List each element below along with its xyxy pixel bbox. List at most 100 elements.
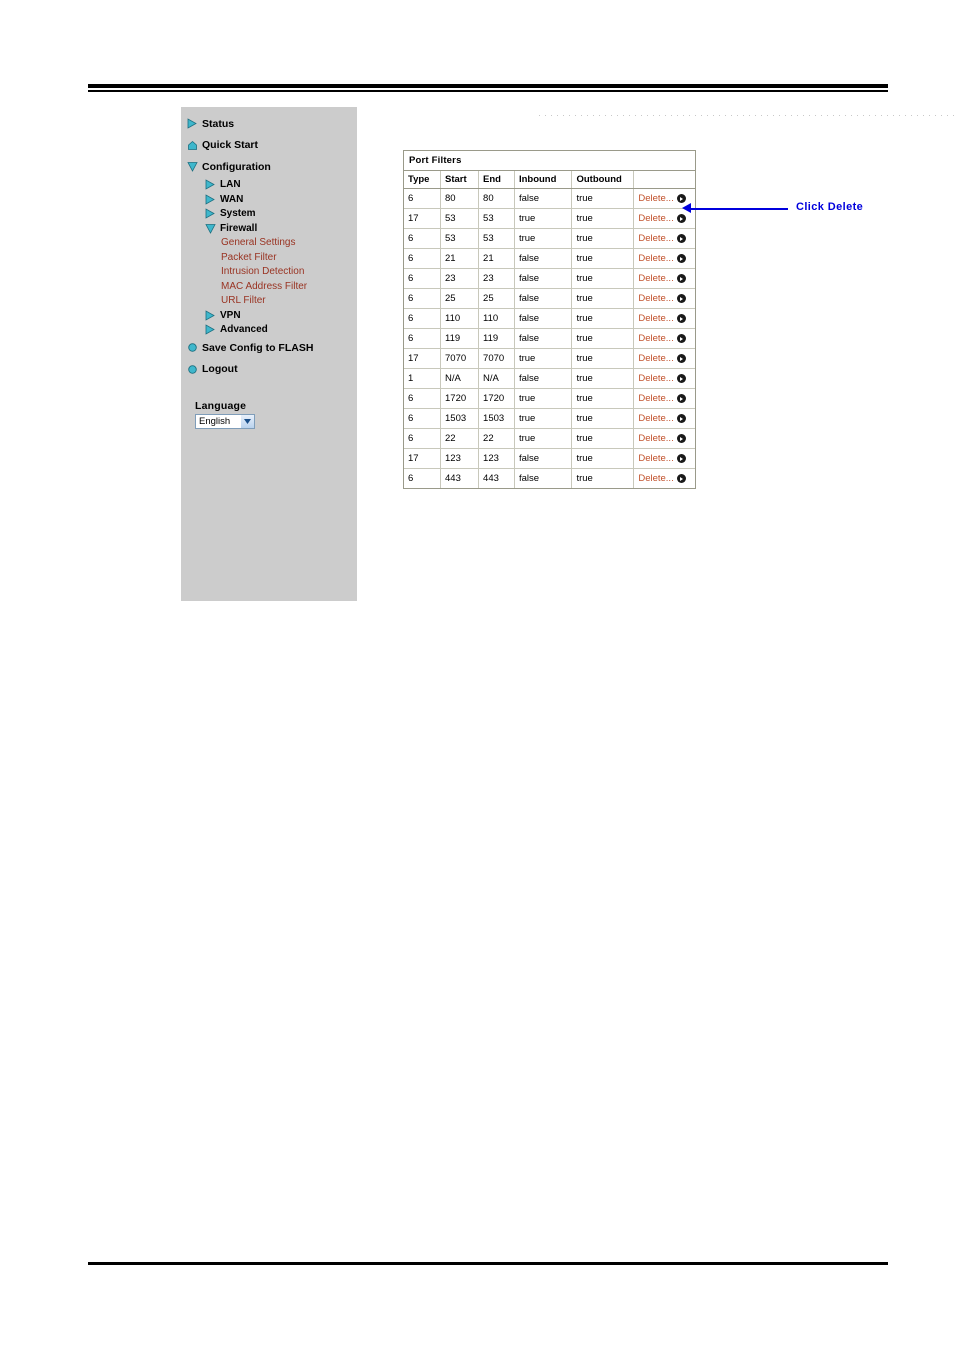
triangle-right-icon: [205, 324, 216, 335]
go-arrow-icon[interactable]: [676, 454, 686, 463]
cell-outbound: true: [571, 348, 635, 369]
sidebar-item-label: Save Config to FLASH: [202, 341, 314, 354]
sidebar-item-label: Quick Start: [202, 139, 259, 152]
footer-rule: [88, 1262, 888, 1265]
table-row: 6 23 23 false true Delete...: [404, 268, 695, 289]
sidebar-item-quick-start[interactable]: Quick Start: [187, 135, 357, 157]
cell-type: 6: [404, 288, 442, 309]
sidebar-item-general-settings[interactable]: General Settings: [187, 236, 357, 251]
table-body: 6 80 80 false true Delete... 17 53 53 true true Del…: [404, 188, 695, 488]
cell-outbound: true: [571, 428, 635, 449]
cell-outbound: true: [571, 368, 635, 389]
sidebar-item-intrusion-detection[interactable]: Intrusion Detection: [187, 265, 357, 280]
cell-type: 6: [404, 328, 442, 349]
sidebar-item-wan[interactable]: WAN: [187, 192, 357, 207]
sidebar-item-label: WAN: [220, 193, 244, 205]
go-arrow-icon[interactable]: [676, 214, 686, 223]
delete-link[interactable]: Delete...: [638, 373, 673, 384]
language-select[interactable]: English: [195, 414, 255, 429]
go-arrow-icon[interactable]: [676, 294, 686, 303]
sidebar-item-label: URL Filter: [221, 295, 266, 307]
sidebar-item-system[interactable]: System: [187, 207, 357, 222]
cell-end: 110: [478, 308, 515, 329]
go-arrow-icon[interactable]: [676, 474, 686, 483]
cell-type: 1: [404, 368, 442, 389]
annotation-arrow-line: [690, 208, 788, 210]
sidebar-item-vpn[interactable]: VPN: [187, 308, 357, 323]
table-row: 6 25 25 false true Delete...: [404, 288, 695, 309]
sidebar-item-lan[interactable]: LAN: [187, 178, 357, 193]
delete-link[interactable]: Delete...: [638, 353, 673, 364]
sidebar-item-configuration[interactable]: Configuration: [187, 156, 357, 178]
cell-actions: Delete...: [633, 248, 695, 269]
go-arrow-icon[interactable]: [676, 354, 686, 363]
go-arrow-icon[interactable]: [676, 254, 686, 263]
cell-end: 443: [478, 468, 515, 488]
cell-actions: Delete...: [633, 288, 695, 309]
cell-end: 1503: [478, 408, 515, 429]
annotation-arrow-head: [682, 203, 691, 213]
go-arrow-icon[interactable]: [676, 274, 686, 283]
table-row: 6 110 110 false true Delete...: [404, 308, 695, 329]
cell-end: 123: [478, 448, 515, 469]
chevron-down-icon: [241, 415, 254, 428]
delete-link[interactable]: Delete...: [638, 393, 673, 404]
sidebar-item-label: Advanced: [220, 324, 268, 336]
sidebar-item-mac-address-filter[interactable]: MAC Address Filter: [187, 279, 357, 294]
cell-outbound: true: [571, 228, 635, 249]
cell-type: 17: [404, 448, 442, 469]
delete-link[interactable]: Delete...: [638, 413, 673, 424]
cell-inbound: false: [514, 368, 573, 389]
delete-link[interactable]: Delete...: [638, 453, 673, 464]
router-ui-screenshot: Status Quick Start Configuration LAN WAN Syst…: [181, 107, 954, 601]
delete-link[interactable]: Delete...: [638, 433, 673, 444]
cell-inbound: false: [514, 248, 573, 269]
sidebar-item-status[interactable]: Status: [187, 113, 357, 135]
cell-end: 23: [478, 268, 515, 289]
table-row: 17 123 123 false true Delete...: [404, 448, 695, 469]
cell-outbound: true: [571, 448, 635, 469]
cell-outbound: true: [571, 468, 635, 488]
sidebar-item-advanced[interactable]: Advanced: [187, 323, 357, 338]
cell-inbound: true: [514, 388, 573, 409]
cell-inbound: false: [514, 448, 573, 469]
cell-inbound: true: [514, 228, 573, 249]
cell-outbound: true: [571, 328, 635, 349]
language-block: Language English: [195, 400, 345, 429]
cell-start: 80: [440, 188, 480, 209]
delete-link[interactable]: Delete...: [638, 213, 673, 224]
column-header-actions: [633, 171, 695, 189]
table-row: 6 53 53 true true Delete...: [404, 228, 695, 249]
cell-start: 53: [440, 228, 480, 249]
go-arrow-icon[interactable]: [676, 234, 686, 243]
cell-actions: Delete...: [633, 348, 695, 369]
delete-link[interactable]: Delete...: [638, 233, 673, 244]
cell-end: 1720: [478, 388, 515, 409]
sidebar-item-url-filter[interactable]: URL Filter: [187, 294, 357, 309]
go-arrow-icon[interactable]: [676, 194, 686, 203]
sidebar-item-save-config-to-flash[interactable]: Save Config to FLASH: [187, 337, 357, 359]
sidebar-item-packet-filter[interactable]: Packet Filter: [187, 250, 357, 265]
cell-actions: Delete...: [633, 228, 695, 249]
header-rule-thin: [88, 90, 888, 92]
header-rule-thick: [88, 84, 888, 88]
go-arrow-icon[interactable]: [676, 334, 686, 343]
sidebar-item-firewall[interactable]: Firewall: [187, 221, 357, 236]
delete-link[interactable]: Delete...: [638, 253, 673, 264]
delete-link[interactable]: Delete...: [638, 193, 673, 204]
go-arrow-icon[interactable]: [676, 394, 686, 403]
delete-link[interactable]: Delete...: [638, 293, 673, 304]
cell-start: 23: [440, 268, 480, 289]
delete-link[interactable]: Delete...: [638, 473, 673, 484]
sidebar-item-logout[interactable]: Logout: [187, 359, 357, 381]
go-arrow-icon[interactable]: [676, 314, 686, 323]
sidebar-panel: Status Quick Start Configuration LAN WAN Syst…: [181, 107, 357, 601]
go-arrow-icon[interactable]: [676, 374, 686, 383]
delete-link[interactable]: Delete...: [638, 313, 673, 324]
go-arrow-icon[interactable]: [676, 434, 686, 443]
delete-link[interactable]: Delete...: [638, 333, 673, 344]
go-arrow-icon[interactable]: [676, 414, 686, 423]
sidebar-item-label: Firewall: [220, 222, 258, 234]
delete-link[interactable]: Delete...: [638, 273, 673, 284]
table-row: 17 7070 7070 true true Delete...: [404, 348, 695, 369]
